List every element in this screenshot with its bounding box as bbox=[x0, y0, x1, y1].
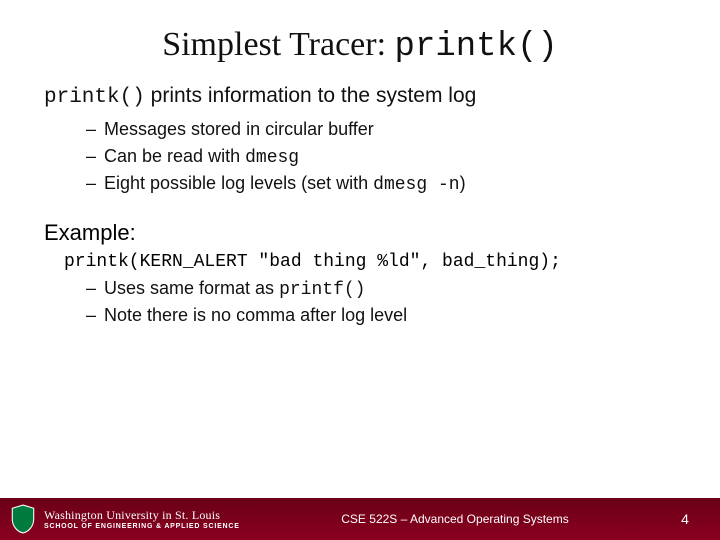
slide: Simplest Tracer: printk() printk() print… bbox=[0, 0, 720, 540]
slide-title: Simplest Tracer: printk() bbox=[0, 0, 720, 74]
university-name: Washington University in St. Louis bbox=[44, 509, 240, 521]
list-item: Note there is no comma after log level bbox=[86, 303, 676, 330]
bullet-text: ) bbox=[460, 173, 466, 193]
university-text: Washington University in St. Louis SCHOO… bbox=[44, 509, 240, 530]
shield-icon bbox=[10, 504, 36, 534]
title-code: printk() bbox=[395, 28, 558, 66]
course-label: CSE 522S – Advanced Operating Systems bbox=[260, 498, 650, 540]
example-code: printk(KERN_ALERT "bad thing %ld", bad_t… bbox=[64, 252, 676, 272]
list-item: Can be read with dmesg bbox=[86, 144, 676, 171]
title-prefix: Simplest Tracer: bbox=[162, 26, 394, 63]
bullet-code: dmesg -n bbox=[373, 175, 459, 195]
list-item: Uses same format as printf() bbox=[86, 276, 676, 303]
school-name: SCHOOL OF ENGINEERING & APPLIED SCIENCE bbox=[44, 523, 240, 530]
lead-line: printk() prints information to the syste… bbox=[44, 82, 676, 111]
bullet-list-2: Uses same format as printf() Note there … bbox=[86, 276, 676, 330]
bullet-text: Messages stored in circular buffer bbox=[104, 119, 374, 139]
university-logo: Washington University in St. Louis SCHOO… bbox=[0, 498, 260, 540]
slide-body: printk() prints information to the syste… bbox=[0, 74, 720, 329]
lead-code: printk() bbox=[44, 86, 145, 109]
list-item: Eight possible log levels (set with dmes… bbox=[86, 171, 676, 198]
bullet-code: dmesg bbox=[245, 148, 299, 168]
lead-text: prints information to the system log bbox=[145, 84, 476, 107]
bullet-text: Note there is no comma after log level bbox=[104, 305, 407, 325]
list-item: Messages stored in circular buffer bbox=[86, 117, 676, 144]
bullet-text: Uses same format as bbox=[104, 278, 279, 298]
bullet-text: Eight possible log levels (set with bbox=[104, 173, 373, 193]
example-heading: Example: bbox=[44, 220, 676, 246]
footer-bar: Washington University in St. Louis SCHOO… bbox=[0, 498, 720, 540]
bullet-code: printf() bbox=[279, 280, 365, 300]
page-number: 4 bbox=[650, 498, 720, 540]
bullet-list-1: Messages stored in circular buffer Can b… bbox=[86, 117, 676, 197]
bullet-text: Can be read with bbox=[104, 146, 245, 166]
